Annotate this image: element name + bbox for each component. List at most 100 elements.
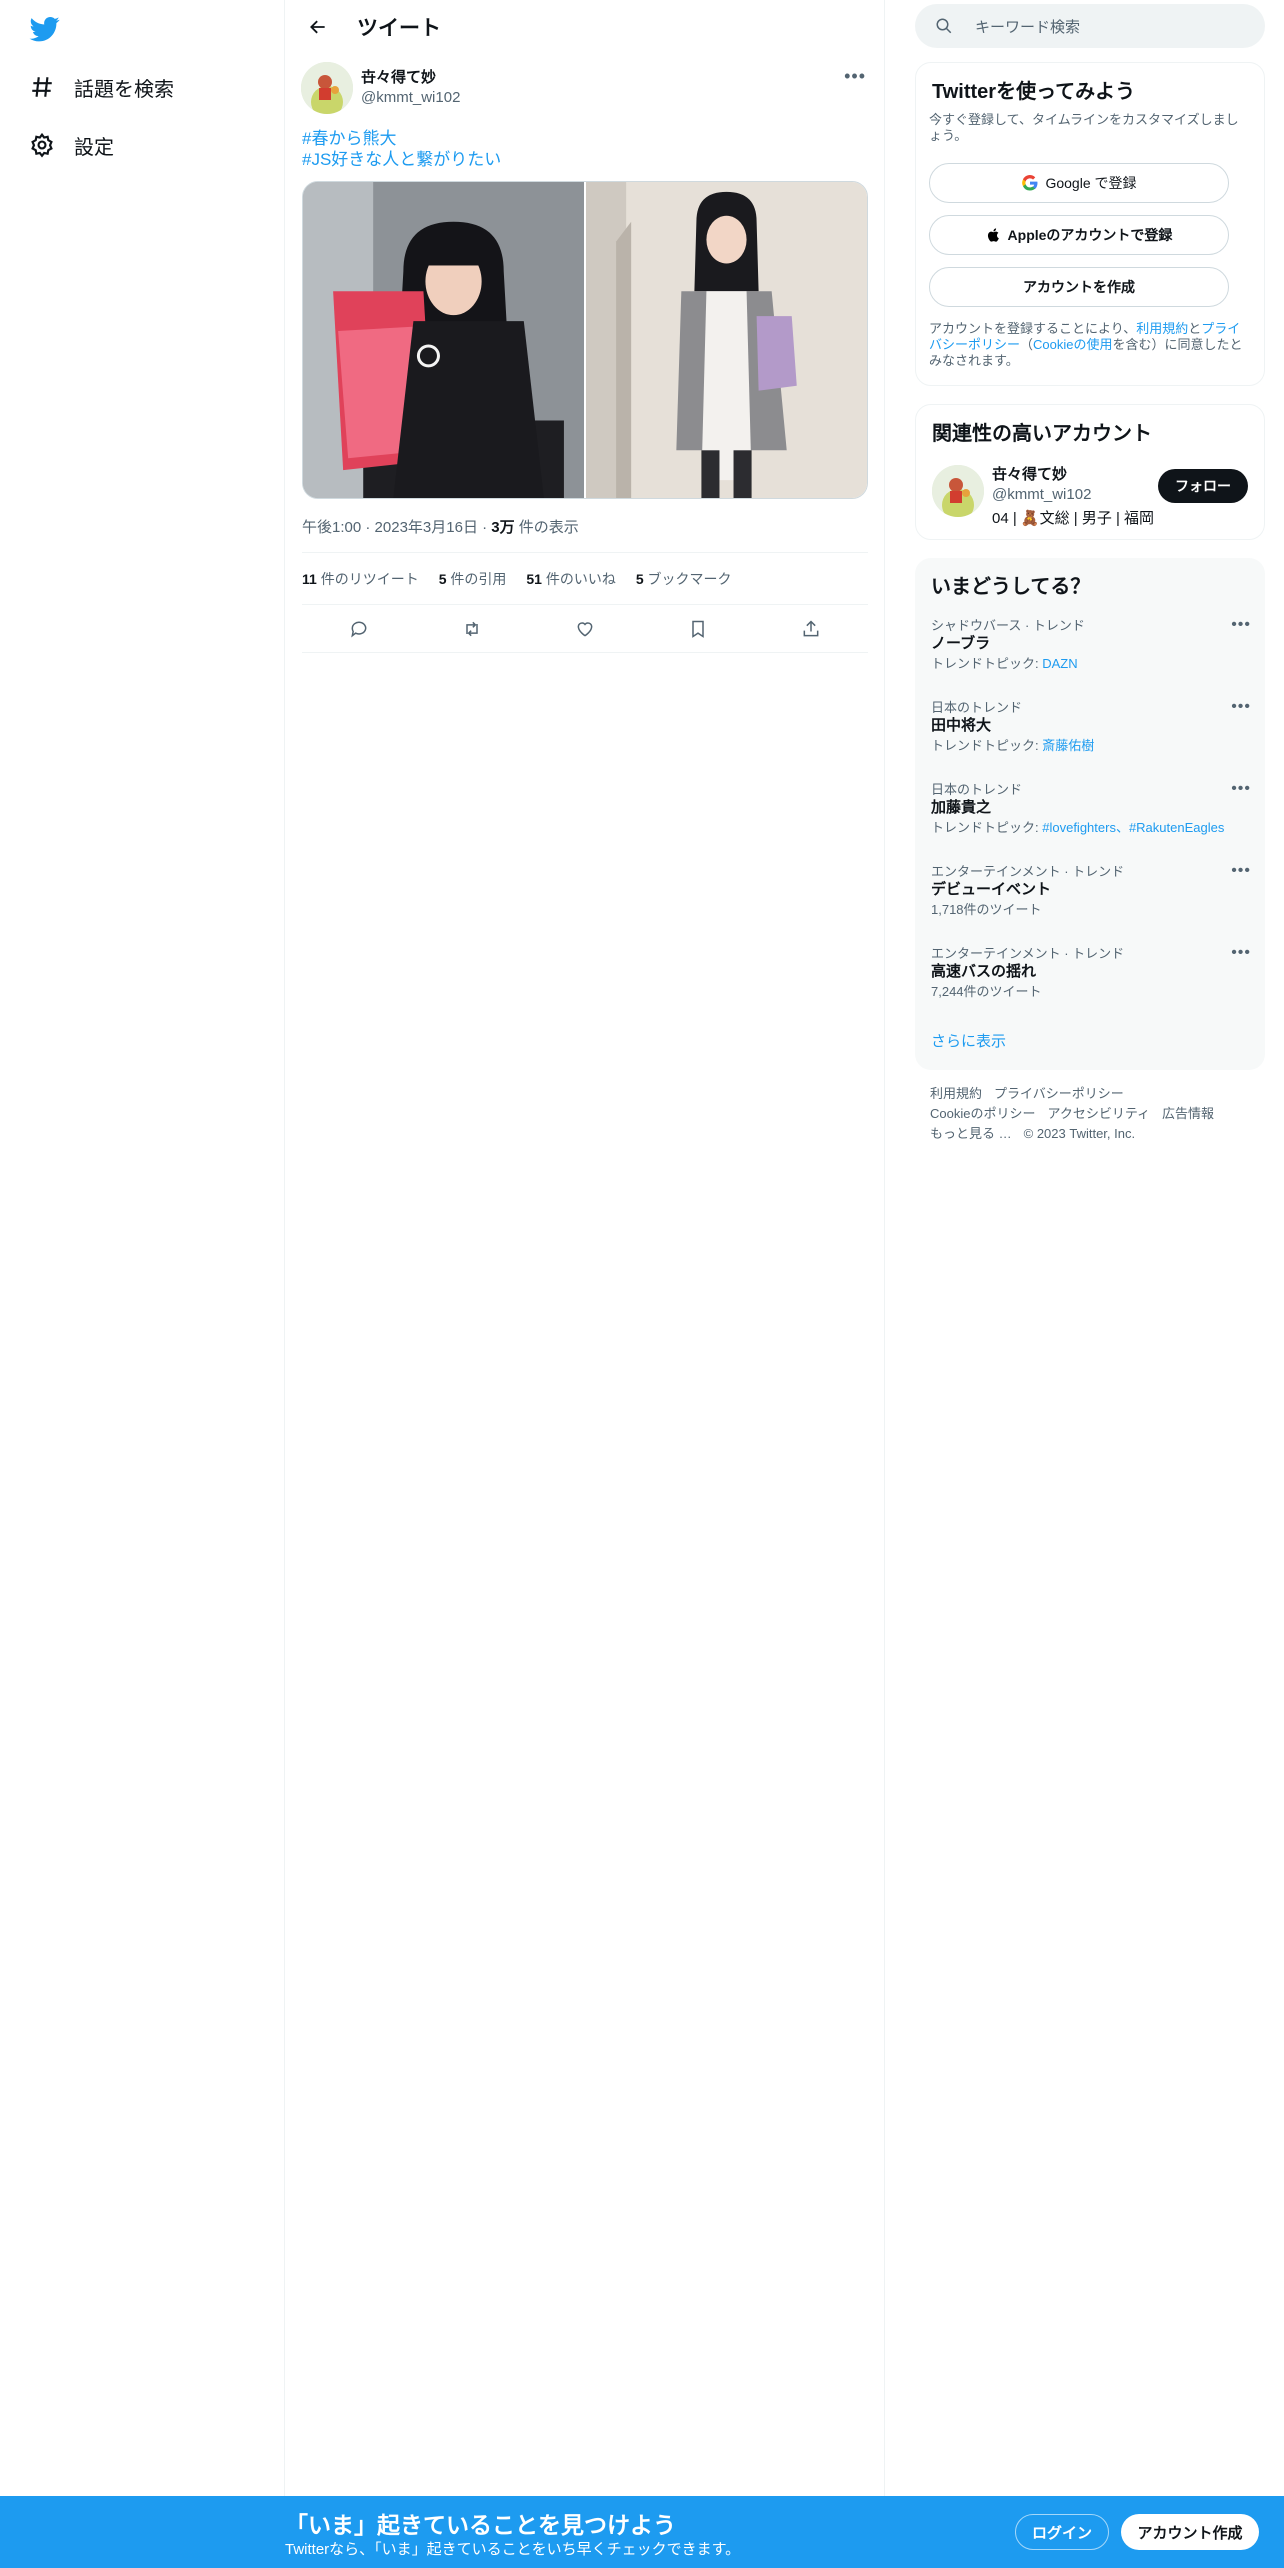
nav-explore[interactable]: 話題を検索	[28, 67, 174, 107]
tweet-meta: 午後1:00 · 2023年3月16日 · 3万 件の表示	[302, 516, 579, 537]
terms-link[interactable]: 利用規約	[1136, 321, 1188, 336]
apple-signup-button[interactable]: Appleのアカウントで登録	[929, 215, 1229, 255]
footer-links: 利用規約 プライバシーポリシー Cookieのポリシー アクセシビリティ 広告情報 も…	[930, 1084, 1226, 1144]
trend-item[interactable]: 日本のトレンド 田中将大 トレンドトピック: 斎藤佑樹 •••	[931, 698, 1251, 754]
related-user-bio: 04 | 🧸文総 | 男子 | 福岡	[992, 510, 1155, 527]
likes-label: 件のいいね	[541, 570, 616, 587]
login-button[interactable]: ログイン	[1015, 2514, 1109, 2550]
tweet-photo[interactable]	[584, 182, 867, 498]
legal-text: （	[1020, 337, 1034, 352]
bottom-signup-bar: 「いま」起きていることを見つけよう Twitterなら、「いま」起きていることを…	[0, 2496, 1284, 2568]
page-title: ツイート	[357, 17, 441, 40]
left-sidebar: 話題を検索 設定	[0, 0, 285, 2568]
footer-terms-link[interactable]: 利用規約	[930, 1086, 982, 1101]
tweet-author[interactable]: 卋々得て妙 @kmmt_wi102	[301, 62, 460, 114]
signup-card: Twitterを使ってみよう 今すぐ登録して、タイムラインをカスタマイズしましょ…	[915, 62, 1265, 386]
trend-item[interactable]: エンターテインメント · トレンド 高速バスの揺れ 7,244件のツイート ••…	[931, 944, 1251, 1000]
trend-topic-link[interactable]: DAZN	[1042, 656, 1077, 671]
nav-settings[interactable]: 設定	[28, 125, 114, 165]
trend-title: 加藤貴之	[931, 799, 992, 816]
trend-item[interactable]: エンターテインメント · トレンド デビューイベント 1,718件のツイート •…	[931, 862, 1251, 918]
views-count: 3万	[491, 519, 515, 536]
hashtag-link[interactable]: #JS好きな人と繋がりたい	[302, 149, 501, 170]
trend-title: ノーブラ	[931, 635, 991, 652]
tweet-actions	[302, 605, 868, 653]
signup-button[interactable]: アカウント作成	[1121, 2514, 1259, 2550]
bookmark-icon[interactable]	[680, 611, 716, 647]
retweets-count: 11	[302, 570, 317, 587]
footer-accessibility-link[interactable]: アクセシビリティ	[1047, 1106, 1150, 1121]
retweets-stat[interactable]: 11 件のリツイート	[302, 569, 419, 589]
author-handle: @kmmt_wi102	[361, 89, 461, 106]
related-user[interactable]: 卋々得て妙 @kmmt_wi102 04 | 🧸文総 | 男子 | 福岡	[932, 465, 1154, 529]
footer-more-link[interactable]: もっと見る …	[930, 1126, 1012, 1141]
apple-signup-label: Appleのアカウントで登録	[1007, 227, 1173, 243]
legal-text: アカウントを登録することにより、	[929, 321, 1137, 336]
trend-item[interactable]: 日本のトレンド 加藤貴之 トレンドトピック: #lovefighters、#Ra…	[931, 780, 1251, 836]
trend-topics: トレンドトピック: 斎藤佑樹	[931, 738, 1251, 754]
related-title: 関連性の高いアカウント	[932, 423, 1152, 445]
trend-item[interactable]: シャドウバース · トレンド ノーブラ トレンドトピック: DAZN •••	[931, 616, 1251, 672]
more-options-icon[interactable]: •••	[1231, 944, 1251, 962]
trend-topic-link[interactable]: #lovefighters、#RakutenEagles	[1042, 820, 1224, 835]
more-options-icon[interactable]: •••	[1231, 616, 1251, 634]
related-user-handle: @kmmt_wi102	[992, 486, 1092, 503]
retweet-icon[interactable]	[454, 611, 490, 647]
tweet-media[interactable]	[302, 181, 868, 499]
more-options-icon[interactable]: •••	[844, 66, 866, 87]
tweet-photo[interactable]	[303, 182, 584, 498]
quotes-stat[interactable]: 5 件の引用	[439, 569, 507, 589]
trends-title: いまどうしてる？	[931, 576, 1091, 598]
avatar[interactable]	[301, 62, 353, 114]
related-accounts-card: 関連性の高いアカウント 卋々得て妙 @kmmt_wi102 04 | 🧸文総 |…	[915, 404, 1265, 540]
footer-privacy-link[interactable]: プライバシーポリシー	[994, 1086, 1124, 1101]
bookmarks-stat[interactable]: 5 ブックマーク	[636, 569, 732, 589]
trend-tweet-count: 1,718件のツイート	[931, 902, 1042, 917]
bookmarks-count: 5	[635, 570, 644, 587]
bottom-bar-subline: Twitterなら、「いま」起きていることをいち早くチェックできます。	[285, 2541, 741, 2558]
trend-topics: トレンドトピック: #lovefighters、#RakutenEagles	[931, 820, 1251, 836]
apple-icon	[986, 227, 1002, 243]
meta-separator: ·	[482, 519, 492, 536]
google-icon	[1021, 174, 1039, 192]
cookie-link[interactable]: Cookieの使用	[1033, 337, 1112, 352]
hashtag-link[interactable]: #春から熊大	[302, 128, 501, 149]
avatar[interactable]	[932, 465, 984, 517]
likes-count: 51	[526, 570, 542, 587]
create-account-button[interactable]: アカウントを作成	[929, 267, 1229, 307]
twitter-bird-icon[interactable]	[28, 14, 62, 44]
gear-icon	[28, 131, 56, 159]
like-icon[interactable]	[567, 611, 603, 647]
meta-separator: ·	[365, 519, 375, 536]
trend-topic-prefix: トレンドトピック:	[931, 820, 1043, 835]
reply-icon[interactable]	[341, 611, 377, 647]
share-icon[interactable]	[793, 611, 829, 647]
trend-topic-link[interactable]: 斎藤佑樹	[1042, 738, 1094, 753]
tweet-stats: 11 件のリツイート 5 件の引用 51 件のいいね 5 ブックマーク	[302, 552, 868, 605]
back-arrow-icon[interactable]	[301, 10, 335, 44]
trend-context: 日本のトレンド	[931, 700, 1023, 715]
google-signup-label: Google で登録	[1045, 175, 1137, 191]
tweet-time[interactable]: 午後1:00	[302, 519, 361, 536]
likes-stat[interactable]: 51 件のいいね	[526, 569, 615, 589]
search-icon	[935, 17, 953, 35]
follow-button[interactable]: フォロー	[1158, 469, 1248, 503]
more-options-icon[interactable]: •••	[1231, 780, 1251, 798]
tweet-date[interactable]: 2023年3月16日	[375, 519, 478, 536]
footer-cookie-link[interactable]: Cookieのポリシー	[930, 1106, 1035, 1121]
more-options-icon[interactable]: •••	[1231, 698, 1251, 716]
trend-topics: トレンドトピック: DAZN	[931, 656, 1251, 672]
footer-ads-link[interactable]: 広告情報	[1162, 1106, 1214, 1121]
trend-context: 日本のトレンド	[931, 782, 1023, 797]
retweets-label: 件のリツイート	[316, 570, 419, 587]
signup-title: Twitterを使ってみよう	[932, 81, 1136, 103]
show-more-link[interactable]: さらに表示	[931, 1030, 1006, 1051]
search-input[interactable]: キーワード検索	[915, 4, 1265, 48]
trend-topic-prefix: トレンドトピック:	[931, 738, 1043, 753]
hashtag-icon	[28, 73, 56, 101]
quotes-count: 5	[438, 570, 447, 587]
google-signup-button[interactable]: Google で登録	[929, 163, 1229, 203]
trends-card: いまどうしてる？ シャドウバース · トレンド ノーブラ トレンドトピック: D…	[915, 558, 1265, 1070]
header: ツイート	[285, 0, 884, 54]
more-options-icon[interactable]: •••	[1231, 862, 1251, 880]
